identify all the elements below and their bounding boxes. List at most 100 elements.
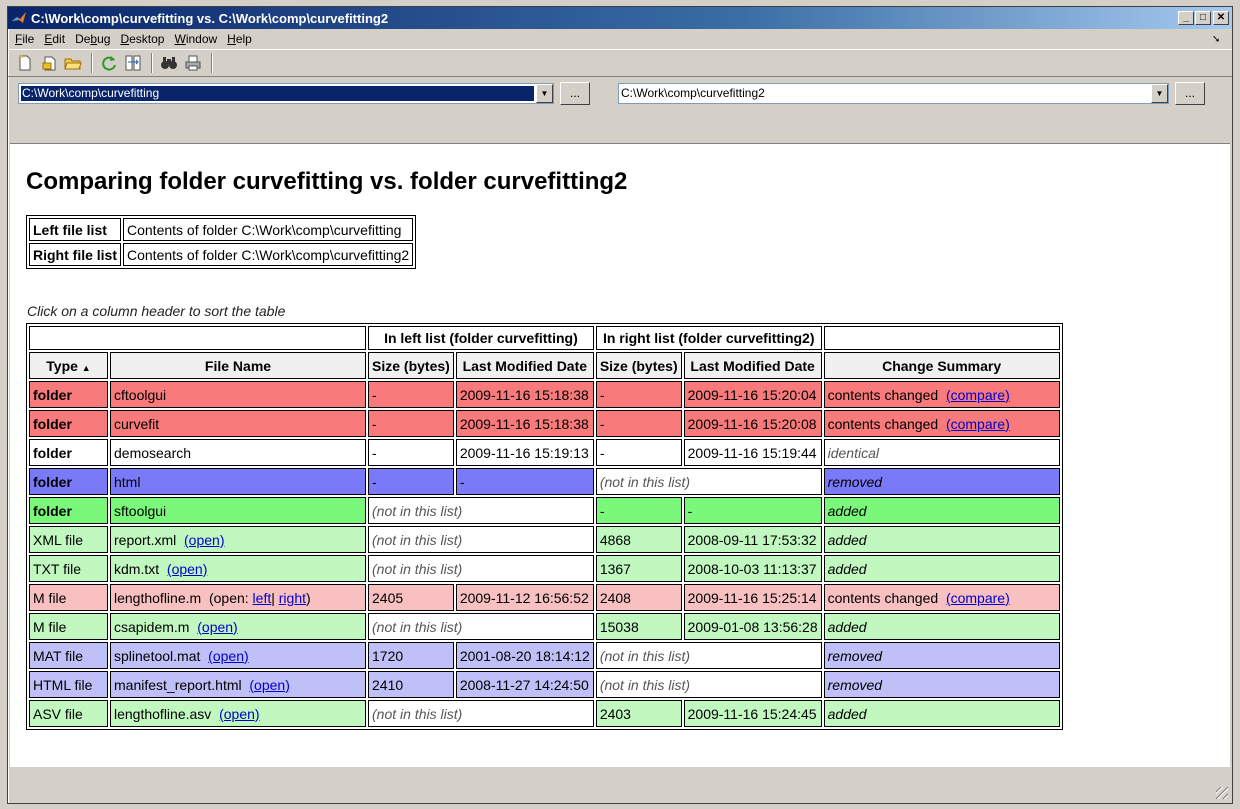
new-file-icon bbox=[19, 55, 31, 71]
comparison-window: C:\Work\comp\curvefitting vs. C:\Work\co… bbox=[7, 6, 1233, 804]
cell-change-summary: removed bbox=[823, 642, 1060, 669]
menu-desktop[interactable]: Desktop bbox=[115, 32, 169, 46]
open-link[interactable]: (open) bbox=[184, 532, 224, 548]
table-row: ASV file lengthofline.asv (open) (not in… bbox=[29, 700, 1060, 727]
new-folder-button[interactable] bbox=[38, 52, 60, 74]
cell-not-in-list: (not in this list) bbox=[368, 526, 594, 553]
menu-help[interactable]: Help bbox=[222, 32, 257, 46]
minimize-icon: _ bbox=[1183, 12, 1189, 23]
cell-right-size: 1367 bbox=[595, 555, 682, 582]
column-header-left-date[interactable]: Last Modified Date bbox=[455, 352, 594, 379]
open-link[interactable]: (open) bbox=[249, 677, 289, 693]
print-button[interactable] bbox=[182, 52, 204, 74]
cell-type: XML file bbox=[29, 526, 108, 553]
chevron-down-icon[interactable]: ▼ bbox=[1151, 83, 1168, 103]
cell-left-size: - bbox=[368, 468, 454, 495]
compare-link[interactable]: (compare) bbox=[946, 387, 1010, 403]
swap-icon bbox=[125, 55, 141, 71]
column-header-file-name[interactable]: File Name bbox=[110, 352, 366, 379]
open-link[interactable]: (open) bbox=[167, 561, 207, 577]
info-key: Right file list bbox=[29, 243, 121, 266]
compare-link[interactable]: (compare) bbox=[946, 416, 1010, 432]
new-folder-icon bbox=[42, 56, 56, 71]
open-right-link[interactable]: right bbox=[279, 590, 306, 606]
sort-ascending-icon: ▲ bbox=[81, 362, 91, 373]
refresh-button[interactable] bbox=[98, 52, 120, 74]
column-header-change-summary[interactable]: Change Summary bbox=[823, 352, 1060, 379]
toolbar-separator bbox=[151, 53, 153, 73]
resize-grip-icon[interactable] bbox=[1216, 787, 1228, 799]
cell-left-size: 1720 bbox=[368, 642, 454, 669]
minimize-button[interactable]: _ bbox=[1178, 11, 1194, 25]
dock-arrow-icon[interactable]: ➘ bbox=[1212, 34, 1226, 45]
cell-file-name: manifest_report.html (open) bbox=[110, 671, 366, 698]
column-header-type[interactable]: Type ▲ bbox=[29, 352, 108, 379]
new-file-button[interactable] bbox=[14, 52, 36, 74]
status-bar bbox=[10, 767, 1230, 801]
right-path-combo[interactable]: ▼ bbox=[618, 82, 1169, 104]
info-value: Contents of folder C:\Work\comp\curvefit… bbox=[123, 218, 414, 241]
blank-header bbox=[29, 326, 366, 350]
cell-not-in-list: (not in this list) bbox=[595, 642, 822, 669]
cell-right-size: 2403 bbox=[595, 700, 682, 727]
table-row: MAT file splinetool.mat (open) 1720 2001… bbox=[29, 642, 1060, 669]
column-header-left-size[interactable]: Size (bytes) bbox=[368, 352, 454, 379]
column-header-right-size[interactable]: Size (bytes) bbox=[595, 352, 682, 379]
cell-file-name: sftoolgui bbox=[110, 497, 366, 524]
cell-file-name: curvefit bbox=[110, 410, 366, 437]
cell-right-date: 2009-01-08 13:56:28 bbox=[683, 613, 822, 640]
comparison-table: In left list (folder curvefitting) In ri… bbox=[26, 323, 1063, 730]
right-browse-button[interactable]: ... bbox=[1175, 81, 1205, 105]
cell-change-summary: added bbox=[823, 700, 1060, 727]
cell-change-summary: removed bbox=[823, 671, 1060, 698]
right-group-header: In right list (folder curvefitting2) bbox=[595, 326, 822, 350]
cell-left-size: - bbox=[368, 410, 454, 437]
table-row: M file lengthofline.m (open: left| right… bbox=[29, 584, 1060, 611]
cell-change-summary: contents changed (compare) bbox=[823, 381, 1060, 408]
cell-right-size: - bbox=[595, 381, 682, 408]
menu-file[interactable]: File bbox=[10, 32, 39, 46]
menu-debug[interactable]: Debug bbox=[70, 32, 115, 46]
close-button[interactable]: ✕ bbox=[1213, 11, 1229, 25]
cell-change-summary: contents changed (compare) bbox=[823, 410, 1060, 437]
cell-left-date: 2009-11-16 15:19:13 bbox=[455, 439, 594, 466]
cell-right-size: - bbox=[595, 410, 682, 437]
find-button[interactable] bbox=[158, 52, 180, 74]
menu-window[interactable]: Window bbox=[169, 32, 222, 46]
left-path-input[interactable] bbox=[21, 85, 534, 101]
left-path-combo[interactable]: ▼ bbox=[18, 82, 554, 104]
open-link[interactable]: (open) bbox=[197, 619, 237, 635]
file-list-info-table: Left file list Contents of folder C:\Wor… bbox=[26, 215, 417, 269]
cell-file-name: html bbox=[110, 468, 366, 495]
cell-type: folder bbox=[29, 497, 108, 524]
open-link[interactable]: (open) bbox=[208, 648, 248, 664]
cell-right-size: 2408 bbox=[595, 584, 682, 611]
left-browse-button[interactable]: ... bbox=[560, 81, 590, 105]
open-link[interactable]: (open) bbox=[219, 706, 259, 722]
column-header-right-date[interactable]: Last Modified Date bbox=[683, 352, 822, 379]
cell-left-date: 2009-11-12 16:56:52 bbox=[455, 584, 594, 611]
table-row: folder demosearch - 2009-11-16 15:19:13 … bbox=[29, 439, 1060, 466]
cell-left-size: 2410 bbox=[368, 671, 454, 698]
cell-left-date: - bbox=[455, 468, 594, 495]
cell-type: M file bbox=[29, 584, 108, 611]
cell-type: folder bbox=[29, 439, 108, 466]
swap-sides-button[interactable] bbox=[122, 52, 144, 74]
cell-change-summary: identical bbox=[823, 439, 1060, 466]
cell-type: folder bbox=[29, 468, 108, 495]
cell-right-size: - bbox=[595, 497, 682, 524]
open-left-link[interactable]: left bbox=[253, 590, 272, 606]
cell-right-date: 2009-11-16 15:24:45 bbox=[683, 700, 822, 727]
chevron-down-icon[interactable]: ▼ bbox=[536, 83, 553, 103]
cell-left-date: 2001-08-20 18:14:12 bbox=[455, 642, 594, 669]
cell-not-in-list: (not in this list) bbox=[595, 671, 822, 698]
open-folder-button[interactable] bbox=[62, 52, 84, 74]
compare-link[interactable]: (compare) bbox=[946, 590, 1010, 606]
refresh-icon bbox=[102, 56, 116, 71]
menu-edit[interactable]: Edit bbox=[39, 32, 70, 46]
cell-type: HTML file bbox=[29, 671, 108, 698]
cell-type: M file bbox=[29, 613, 108, 640]
right-path-input[interactable] bbox=[619, 83, 1151, 103]
maximize-button[interactable]: □ bbox=[1195, 11, 1211, 25]
cell-type: MAT file bbox=[29, 642, 108, 669]
